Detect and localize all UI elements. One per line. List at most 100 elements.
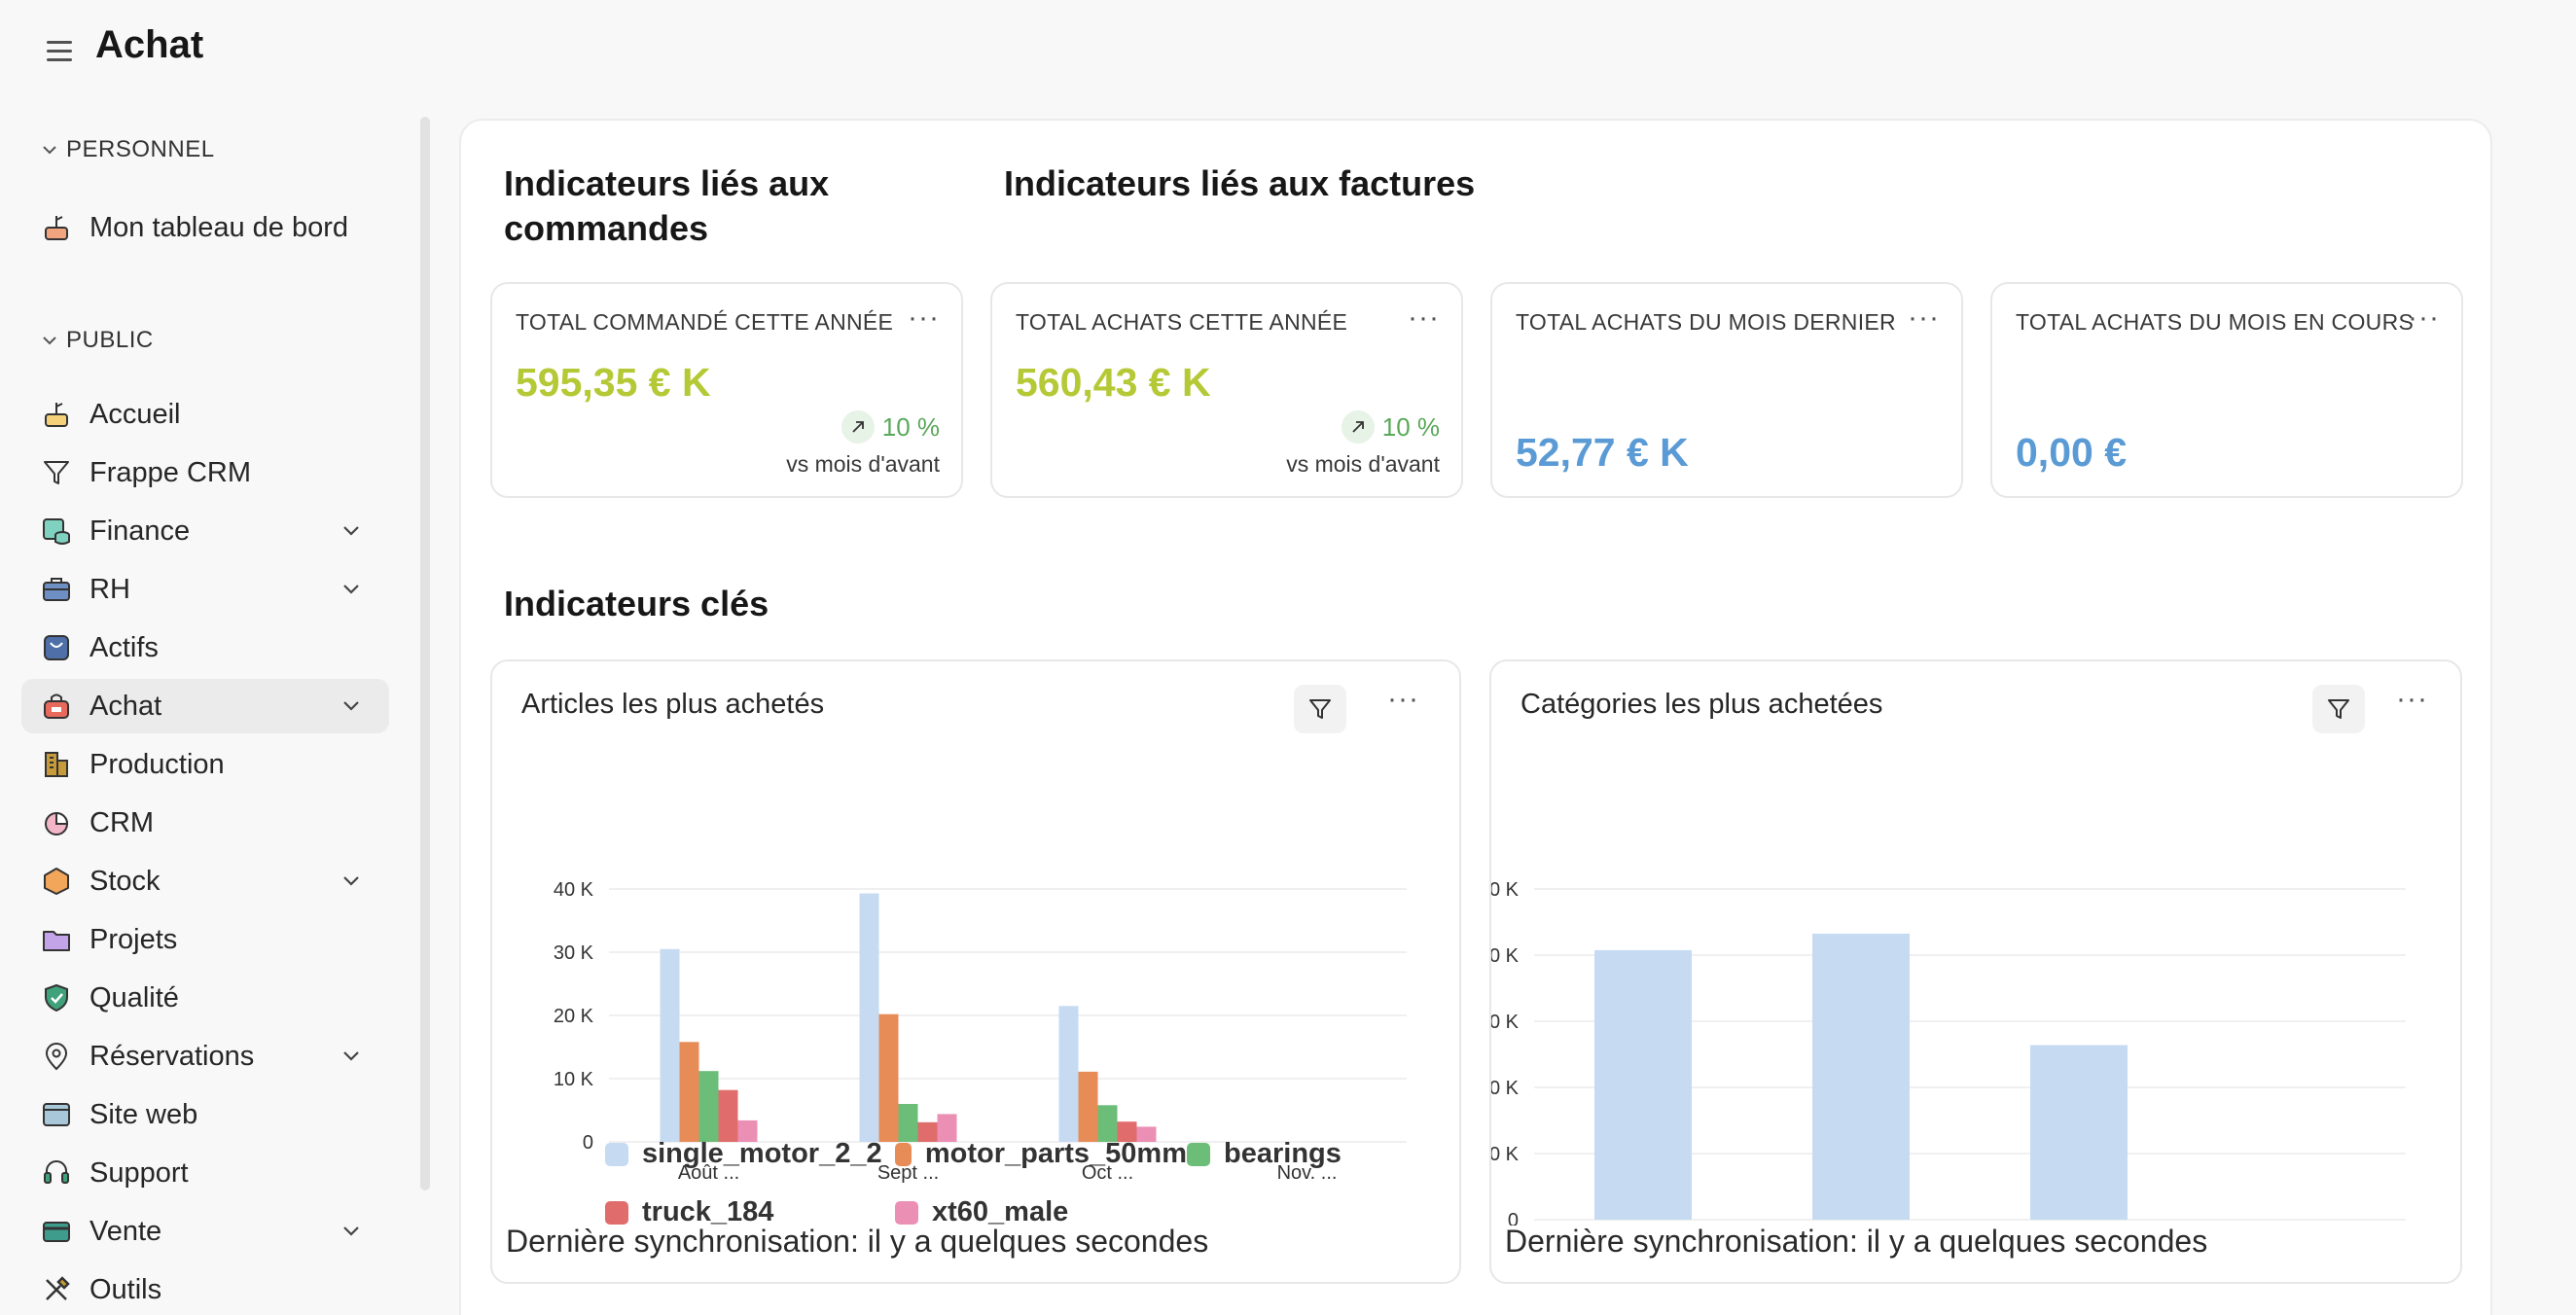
sidebar-item-projets[interactable]: Projets	[21, 912, 389, 967]
legend-item[interactable]: bearings	[1187, 1138, 1342, 1170]
sidebar-scrollbar[interactable]	[420, 117, 430, 1191]
sidebar-item-crm[interactable]: CRM	[21, 796, 389, 850]
y-tick-label: 40 K	[554, 879, 594, 901]
bar[interactable]	[1594, 949, 1692, 1220]
legend-item[interactable]: single_motor_2_2	[605, 1138, 882, 1170]
card-title: TOTAL ACHATS CETTE ANNÉE	[1016, 309, 1348, 335]
chart-title: Articles les plus achetés	[521, 689, 825, 720]
bar[interactable]	[2030, 1045, 2128, 1220]
sidebar-item-label: Stock	[89, 865, 161, 897]
chevron-down-icon[interactable]	[340, 870, 362, 891]
legend-label: bearings	[1224, 1138, 1342, 1169]
orders-section-title: Indicateurs liés aux commandes	[504, 163, 830, 248]
sidebar-item-label: Qualité	[89, 981, 179, 1013]
chevron-down-icon[interactable]	[340, 578, 362, 599]
more-options-icon[interactable]: ···	[1908, 302, 1940, 335]
page-title: Achat	[95, 23, 204, 66]
sync-status: Dernière synchronisation: il y a quelque…	[506, 1224, 1209, 1259]
sidebar-item-vente[interactable]: Vente	[21, 1204, 389, 1259]
bar[interactable]	[898, 1104, 918, 1142]
bar[interactable]	[1058, 1006, 1079, 1142]
y-tick-label: 30 K	[554, 942, 594, 964]
filter-button[interactable]	[2312, 685, 2365, 733]
sidebar-item-achat[interactable]: Achat	[21, 679, 389, 733]
number-card: TOTAL ACHATS DU MOIS DERNIER ··· 52,77 € …	[1490, 282, 1963, 498]
legend-swatch	[605, 1142, 628, 1166]
more-options-icon[interactable]: ···	[2408, 302, 2440, 335]
dashboard-icon	[39, 210, 74, 245]
chevron-down-icon	[43, 337, 56, 345]
card-value: 52,77 € K	[1516, 430, 1689, 475]
more-options-icon[interactable]: ···	[908, 302, 940, 335]
legend-label: motor_parts_50mm	[924, 1138, 1187, 1169]
bar[interactable]	[859, 893, 879, 1142]
top-bar: Achat	[0, 0, 2576, 101]
sidebar-item-frappe-crm[interactable]: Frappe CRM	[21, 445, 389, 500]
filter-icon	[1309, 699, 1331, 719]
number-card: TOTAL ACHATS CETTE ANNÉE ··· 560,43 € K 1…	[990, 282, 1463, 498]
location-pin-icon	[39, 1039, 74, 1074]
bar[interactable]	[660, 948, 680, 1142]
more-options-icon[interactable]: ···	[2396, 683, 2428, 716]
hamburger-menu-icon[interactable]	[43, 35, 76, 68]
y-tick-label: 100 K	[1491, 879, 1520, 901]
chevron-down-icon[interactable]	[340, 1045, 362, 1066]
section-personal-label: PERSONNEL	[66, 136, 215, 162]
sidebar-item-accueil[interactable]: Accueil	[21, 387, 389, 442]
legend-swatch	[895, 1142, 912, 1166]
more-options-icon[interactable]: ···	[1387, 683, 1419, 716]
sidebar-item-production[interactable]: Production	[21, 737, 389, 792]
funnel-icon	[39, 455, 74, 490]
filter-button[interactable]	[1294, 685, 1346, 733]
sidebar: PERSONNEL Mon tableau de bord PUBLIC Acc…	[0, 101, 430, 1315]
sidebar-item-actifs[interactable]: Actifs	[21, 621, 389, 675]
sidebar-item-label: Accueil	[89, 398, 181, 430]
section-public[interactable]: PUBLIC	[41, 327, 154, 354]
chevron-down-icon[interactable]	[340, 1220, 362, 1241]
y-tick-label: 20 K	[1491, 1144, 1520, 1165]
sidebar-item-site-web[interactable]: Site web	[21, 1087, 389, 1142]
chevron-down-icon	[43, 146, 56, 155]
sidebar-item-label: Site web	[89, 1098, 198, 1130]
arrow-up-right-icon	[841, 410, 875, 444]
bar[interactable]	[1812, 933, 1910, 1220]
chevron-down-icon[interactable]	[340, 694, 362, 716]
sidebar-item-finance[interactable]: Finance	[21, 504, 389, 558]
trend-indicator: 10 %	[1341, 410, 1440, 444]
trend-indicator: 10 %	[841, 410, 940, 444]
website-icon	[39, 1097, 74, 1132]
sidebar-item-mon-tableau-de-bord[interactable]: Mon tableau de bord	[21, 200, 389, 255]
bar[interactable]	[698, 1071, 719, 1142]
legend-item[interactable]: motor_parts_50mm	[895, 1138, 1187, 1170]
chevron-down-icon[interactable]	[340, 519, 362, 541]
bar[interactable]	[1097, 1105, 1118, 1142]
sidebar-item-label: Finance	[89, 515, 191, 547]
sidebar-item-stock[interactable]: Stock	[21, 854, 389, 908]
bar-chart-articles: 010 K20 K30 K40 KAoût ... Sept ... Oct ...…	[554, 879, 1407, 1184]
section-public-label: PUBLIC	[66, 327, 154, 353]
y-tick-label: 40 K	[1491, 1078, 1520, 1099]
y-tick-label: 80 K	[1491, 945, 1520, 967]
sidebar-item-rh[interactable]: RH	[21, 562, 389, 617]
bar[interactable]	[1078, 1071, 1098, 1142]
bar[interactable]	[679, 1042, 699, 1142]
sidebar-item-réservations[interactable]: Réservations	[21, 1029, 389, 1084]
bar[interactable]	[878, 1013, 899, 1142]
finance-icon	[39, 514, 74, 549]
legend-swatch	[605, 1200, 628, 1225]
filter-icon	[2328, 699, 2349, 719]
card-value: 0,00 €	[2016, 430, 2127, 475]
dashboard-panel: Indicateurs liés aux commandes Indicateu…	[459, 119, 2492, 1315]
sidebar-item-support[interactable]: Support	[21, 1146, 389, 1200]
assets-icon	[39, 630, 74, 665]
legend-swatch	[895, 1200, 918, 1225]
y-tick-label: 20 K	[554, 1006, 594, 1027]
sidebar-item-qualité[interactable]: Qualité	[21, 971, 389, 1025]
shopping-icon	[39, 689, 74, 724]
more-options-icon[interactable]: ···	[1408, 302, 1440, 335]
chart-card-categories: Catégories les plus achetées ··· 020 K40…	[1489, 659, 2462, 1284]
section-personal[interactable]: PERSONNEL	[41, 136, 215, 163]
bar[interactable]	[718, 1089, 738, 1142]
sidebar-item-label: Production	[89, 748, 225, 780]
sidebar-item-outils[interactable]: Outils	[21, 1262, 389, 1315]
